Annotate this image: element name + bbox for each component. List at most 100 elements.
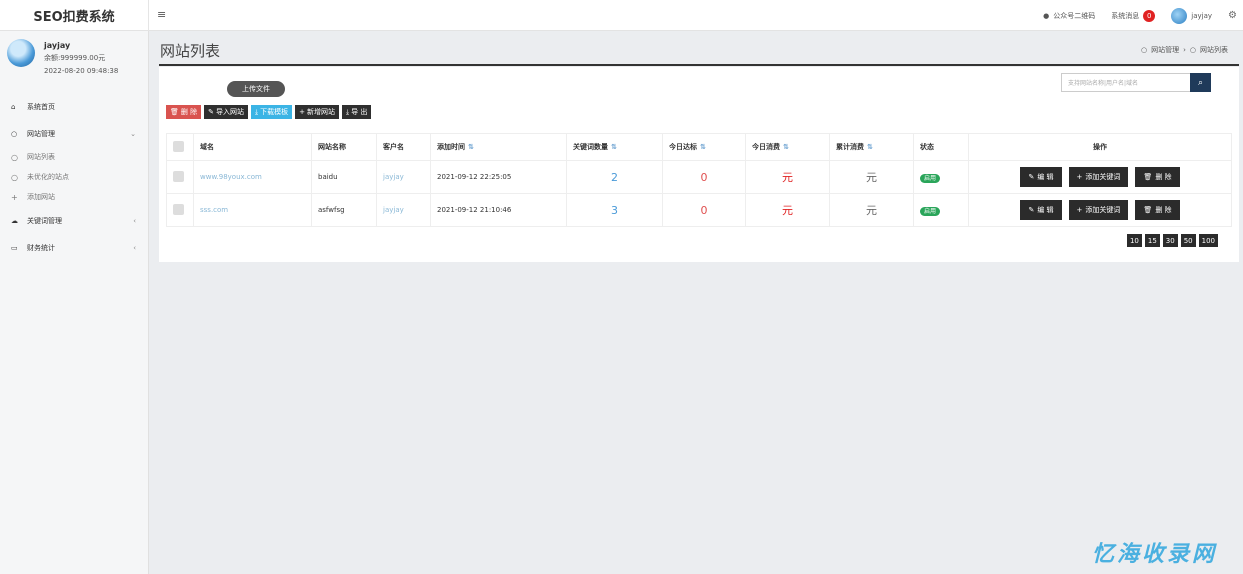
breadcrumb: ○ 网站管理 › ○ 网站列表 xyxy=(1141,45,1228,55)
add-keyword-button[interactable]: + 添加关键词 xyxy=(1068,167,1129,187)
edit-icon: ✎ xyxy=(1028,206,1035,214)
user-login-time: 2022-08-20 09:48:38 xyxy=(44,67,119,75)
today-cost-cell: 元 xyxy=(745,160,830,194)
column-header-sortable[interactable]: 关键词数量 ⇅ xyxy=(566,133,663,161)
today-cost-cell: 元 xyxy=(745,193,830,227)
column-header-label: 今日消费 xyxy=(752,143,780,151)
table-header-row: 域名 网站名称 客户名 添加时间 ⇅ 关键词数量 ⇅ 今日达标 ⇅ 今日消费 ⇅ 累计消… xyxy=(166,133,1232,161)
customer-link[interactable]: jayjay xyxy=(383,206,404,214)
sidebar-item-unoptimized-sites[interactable]: ○ 未优化的站点 xyxy=(0,167,148,187)
added-time-cell: 2021-09-12 21:10:46 xyxy=(430,193,567,227)
row-actions: ✎ 编 辑 + 添加关键词 🗑 删 除 xyxy=(975,167,1225,187)
plus-icon: + xyxy=(1076,206,1083,214)
select-all-checkbox[interactable] xyxy=(173,140,184,152)
user-panel: jayjay 余额:999999.00元 2022-08-20 09:48:38 xyxy=(0,31,148,87)
page-size-option[interactable]: 10 xyxy=(1126,234,1142,247)
circle-icon: ○ xyxy=(1189,46,1196,54)
chevron-right-icon: › xyxy=(1183,46,1186,54)
download-template-button[interactable]: ⤓ 下载模板 xyxy=(251,105,293,119)
table-row: www.98youx.com baidu jayjay 2021-09-12 2… xyxy=(166,160,1232,194)
settings-gear-icon[interactable]: ⚙ xyxy=(1228,10,1237,21)
sidebar-item-label: 未优化的站点 xyxy=(27,173,69,181)
sidebar-item-site-management[interactable]: ○ 网站管理 ⌄ xyxy=(0,120,148,147)
plus-icon: + xyxy=(1076,173,1083,181)
column-header-sortable[interactable]: 添加时间 ⇅ xyxy=(430,133,567,161)
column-header-label: 累计消费 xyxy=(836,143,864,151)
breadcrumb-item[interactable]: 网站管理 xyxy=(1151,45,1179,55)
search-input[interactable]: 支持网站名称|用户名|域名 xyxy=(1061,73,1191,92)
column-header: 状态 xyxy=(913,133,969,161)
chevron-left-icon: ‹ xyxy=(133,243,136,252)
page-size-option[interactable]: 30 xyxy=(1162,234,1178,247)
column-header-sortable[interactable]: 今日达标 ⇅ xyxy=(662,133,746,161)
domain-link[interactable]: www.98youx.com xyxy=(200,173,262,181)
export-button[interactable]: ⤓ 导 出 xyxy=(341,105,372,119)
sidebar-item-home[interactable]: ⌂ 系统首页 xyxy=(0,93,148,120)
add-site-button[interactable]: + 新增网站 xyxy=(295,105,339,119)
page-size-option[interactable]: 50 xyxy=(1180,234,1196,247)
user-menu[interactable]: jayjay xyxy=(1171,7,1213,24)
circle-icon: ○ xyxy=(1140,46,1148,54)
sort-icon: ⇅ xyxy=(700,143,706,151)
cloud-icon: ☁ xyxy=(11,216,18,225)
column-header-label: 关键词数量 xyxy=(573,143,608,151)
sidebar-item-site-list[interactable]: ○ 网站列表 xyxy=(0,147,148,167)
sidebar: jayjay 余额:999999.00元 2022-08-20 09:48:38… xyxy=(0,31,149,574)
watermark: 忆海收录网 xyxy=(1091,542,1217,567)
page-size-option[interactable]: 100 xyxy=(1198,234,1218,247)
edit-button-label: 编 辑 xyxy=(1037,206,1054,214)
row-actions: ✎ 编 辑 + 添加关键词 🗑 删 除 xyxy=(975,200,1225,220)
chevron-left-icon: ‹ xyxy=(133,216,136,225)
keyword-count-cell[interactable]: 2 xyxy=(566,160,663,194)
customer-link[interactable]: jayjay xyxy=(383,173,404,181)
sidebar-item-add-site[interactable]: + 添加网站 xyxy=(0,187,148,207)
row-delete-button[interactable]: 🗑 删 除 xyxy=(1135,167,1180,187)
page-size-option[interactable]: 15 xyxy=(1144,234,1160,247)
search-icon: ⌕ xyxy=(1197,77,1204,88)
keyword-count-cell[interactable]: 3 xyxy=(566,193,663,227)
qrcode-link[interactable]: ● 公众号二维码 xyxy=(1043,11,1095,21)
page-size-selector: 10 15 30 50 100 xyxy=(1126,234,1218,247)
column-header-sortable[interactable]: 累计消费 ⇅ xyxy=(829,133,914,161)
circle-icon: ○ xyxy=(11,152,18,162)
delete-button-label: 删 除 xyxy=(180,108,198,116)
edit-icon: ✎ xyxy=(1028,173,1035,181)
chevron-down-icon: ⌄ xyxy=(130,129,136,138)
sidebar-item-finance[interactable]: ▭ 财务统计 ‹ xyxy=(0,234,148,261)
import-site-button[interactable]: ✎ 导入网站 xyxy=(204,105,248,119)
column-header-label: 今日达标 xyxy=(669,143,697,151)
top-right-area: ● 公众号二维码 系统消息 0 jayjay ⚙ xyxy=(1043,0,1243,31)
top-username: jayjay xyxy=(1191,11,1213,20)
search-button[interactable]: ⌕ xyxy=(1190,73,1211,92)
add-keyword-button[interactable]: + 添加关键词 xyxy=(1068,200,1129,220)
edit-button[interactable]: ✎ 编 辑 xyxy=(1020,200,1062,220)
sidebar-item-keyword-management[interactable]: ☁ 关键词管理 ‹ xyxy=(0,207,148,234)
add-site-label: 新增网站 xyxy=(306,108,335,116)
circle-icon: ○ xyxy=(11,172,18,182)
column-header-sortable[interactable]: 今日消费 ⇅ xyxy=(745,133,830,161)
column-header: 操作 xyxy=(968,133,1232,161)
menu-toggle-icon[interactable]: ≡ xyxy=(157,8,166,21)
delete-button[interactable]: 🗑 删 除 xyxy=(166,105,202,119)
status-badge[interactable]: 启用 xyxy=(920,173,941,183)
user-name: jayjay xyxy=(44,41,71,50)
domain-link[interactable]: sss.com xyxy=(200,206,228,214)
upload-file-button[interactable]: 上传文件 xyxy=(227,81,285,97)
row-checkbox[interactable] xyxy=(173,170,184,182)
app-brand[interactable]: SEO扣费系统 xyxy=(0,0,149,31)
sidebar-item-label: 网站管理 xyxy=(27,129,55,138)
top-bar: SEO扣费系统 ≡ ● 公众号二维码 系统消息 0 jayjay ⚙ xyxy=(0,0,1243,31)
today-ok-cell: 0 xyxy=(662,193,746,227)
plus-icon: + xyxy=(11,192,18,202)
row-checkbox[interactable] xyxy=(173,203,184,215)
site-name-cell: asfwfsg xyxy=(311,193,377,227)
row-delete-button[interactable]: 🗑 删 除 xyxy=(1135,200,1180,220)
sort-icon: ⇅ xyxy=(783,143,789,151)
edit-button[interactable]: ✎ 编 辑 xyxy=(1020,167,1062,187)
sidebar-item-label: 添加网站 xyxy=(27,193,55,201)
status-badge[interactable]: 启用 xyxy=(920,206,941,216)
messages-link[interactable]: 系统消息 0 xyxy=(1111,9,1156,22)
breadcrumb-item: 网站列表 xyxy=(1200,46,1228,54)
sort-icon: ⇅ xyxy=(611,143,617,151)
sidebar-item-label: 财务统计 xyxy=(27,243,55,252)
